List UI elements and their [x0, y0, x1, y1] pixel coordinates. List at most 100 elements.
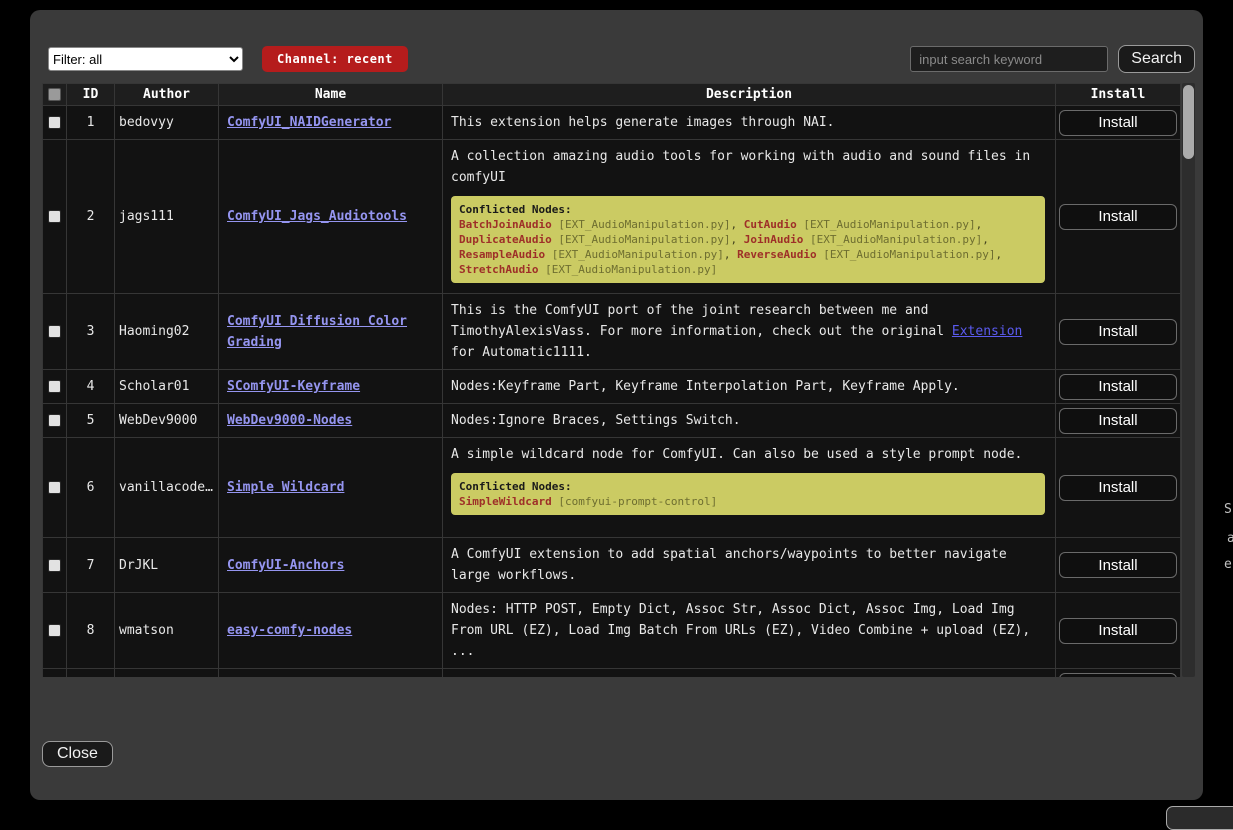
conflict-node-source: [comfyui-prompt-control]: [558, 495, 717, 508]
node-name-link[interactable]: easy-comfy-nodes: [227, 623, 352, 638]
install-cell: Install: [1056, 404, 1181, 438]
background-text-fragment: e: [1224, 557, 1232, 572]
description-cell: A collection amazing audio tools for wor…: [443, 140, 1056, 294]
row-checkbox[interactable]: [48, 380, 61, 393]
node-name-cell: ComfyUI_NAIDGenerator: [219, 106, 443, 140]
install-cell: Install: [1056, 538, 1181, 593]
node-name-link[interactable]: ComfyUI Diffusion Color Grading: [227, 314, 407, 350]
table-row: 3 Haoming02 ComfyUI Diffusion Color Grad…: [43, 294, 1181, 370]
install-cell: Install: [1056, 370, 1181, 404]
conflict-items: BatchJoinAudio [EXT_AudioManipulation.py…: [459, 217, 1037, 277]
node-description: Nodes: ComfyUI Mexx Styler, ComfyUI Mexx…: [451, 675, 1047, 677]
node-description: A simple wildcard node for ComfyUI. Can …: [451, 444, 1047, 465]
header-name: Name: [219, 84, 443, 106]
node-author: jags111: [115, 140, 219, 294]
row-checkbox-cell: [43, 140, 67, 294]
conflict-node-source: [EXT_AudioManipulation.py]: [558, 218, 730, 231]
node-name-cell: ComfyUI-Anchors: [219, 538, 443, 593]
install-button[interactable]: Install: [1059, 204, 1177, 230]
description-cell: A ComfyUI extension to add spatial ancho…: [443, 538, 1056, 593]
node-description: Nodes:Ignore Braces, Settings Switch.: [451, 410, 1047, 431]
search-input[interactable]: [910, 46, 1108, 72]
row-checkbox-cell: [43, 593, 67, 669]
header-install: Install: [1056, 84, 1181, 106]
node-description: This is the ComfyUI port of the joint re…: [451, 300, 1047, 363]
node-name-link[interactable]: ComfyUI_Jags_Audiotools: [227, 209, 407, 224]
row-checkbox-cell: [43, 294, 67, 370]
conflict-node-name: StretchAudio: [459, 263, 538, 276]
conflict-items: SimpleWildcard [comfyui-prompt-control]: [459, 494, 1037, 509]
node-author: bedovyy: [115, 106, 219, 140]
install-button[interactable]: Install: [1059, 475, 1177, 501]
conflict-node-source: [EXT_AudioManipulation.py]: [810, 233, 982, 246]
row-checkbox[interactable]: [48, 624, 61, 637]
node-name-link[interactable]: SComfyUI-Keyframe: [227, 379, 360, 394]
install-button[interactable]: Install: [1059, 408, 1177, 434]
description-cell: A simple wildcard node for ComfyUI. Can …: [443, 438, 1056, 538]
row-checkbox[interactable]: [48, 325, 61, 338]
row-checkbox[interactable]: [48, 414, 61, 427]
conflict-node-name: CutAudio: [744, 218, 797, 231]
node-name-link[interactable]: Simple Wildcard: [227, 480, 344, 495]
description-cell: Nodes: HTTP POST, Empty Dict, Assoc Str,…: [443, 593, 1056, 669]
node-name-cell: ComfyUI Diffusion Color Grading: [219, 294, 443, 370]
description-cell: Nodes: ComfyUI Mexx Styler, ComfyUI Mexx…: [443, 669, 1056, 678]
nodes-table: ID Author Name Description Install 1 bed…: [42, 83, 1181, 677]
install-button[interactable]: Install: [1059, 673, 1177, 678]
conflict-node-name: BatchJoinAudio: [459, 218, 552, 231]
install-button[interactable]: Install: [1059, 319, 1177, 345]
node-name-link[interactable]: ComfyUI_NAIDGenerator: [227, 115, 391, 130]
row-checkbox[interactable]: [48, 116, 61, 129]
row-checkbox[interactable]: [48, 481, 61, 494]
description-link[interactable]: Extension: [952, 324, 1022, 339]
close-button[interactable]: Close: [42, 741, 113, 767]
conflict-node-source: [EXT_AudioManipulation.py]: [803, 218, 975, 231]
background-text-fragment: a: [1227, 531, 1233, 546]
install-button[interactable]: Install: [1059, 618, 1177, 644]
node-name-link[interactable]: WebDev9000-Nodes: [227, 413, 352, 428]
install-button[interactable]: Install: [1059, 374, 1177, 400]
row-checkbox-cell: [43, 669, 67, 678]
install-button[interactable]: Install: [1059, 110, 1177, 136]
node-name-link[interactable]: ComfyUI-Anchors: [227, 558, 344, 573]
conflict-label: Conflicted Nodes:: [459, 202, 1037, 217]
node-id: 8: [67, 593, 115, 669]
table-scrollbar-thumb[interactable]: [1183, 85, 1194, 159]
row-checkbox-cell: [43, 438, 67, 538]
conflict-node-name: ResampleAudio: [459, 248, 545, 261]
search-button[interactable]: Search: [1118, 45, 1195, 73]
node-id: 6: [67, 438, 115, 538]
table-row: 7 DrJKL ComfyUI-Anchors A ComfyUI extens…: [43, 538, 1181, 593]
channel-badge: Channel: recent: [262, 46, 408, 72]
node-id: 3: [67, 294, 115, 370]
conflict-label: Conflicted Nodes:: [459, 479, 1037, 494]
node-id: 7: [67, 538, 115, 593]
row-checkbox-cell: [43, 538, 67, 593]
table-row: 1 bedovyy ComfyUI_NAIDGenerator This ext…: [43, 106, 1181, 140]
table-row: 4 Scholar01 SComfyUI-Keyframe Nodes:Keyf…: [43, 370, 1181, 404]
table-body: 1 bedovyy ComfyUI_NAIDGenerator This ext…: [43, 106, 1181, 678]
node-author: Haoming02: [115, 294, 219, 370]
table-row: 5 WebDev9000 WebDev9000-Nodes Nodes:Igno…: [43, 404, 1181, 438]
filter-select[interactable]: Filter: all: [48, 47, 243, 71]
row-checkbox[interactable]: [48, 210, 61, 223]
description-cell: This extension helps generate images thr…: [443, 106, 1056, 140]
partial-corner-button[interactable]: [1166, 806, 1233, 830]
install-cell: Install: [1056, 106, 1181, 140]
conflict-box: Conflicted Nodes:BatchJoinAudio [EXT_Aud…: [451, 196, 1045, 283]
custom-nodes-dialog: Filter: all Channel: recent Search ID Au…: [30, 10, 1203, 800]
install-button[interactable]: Install: [1059, 552, 1177, 578]
header-description: Description: [443, 84, 1056, 106]
row-checkbox[interactable]: [48, 559, 61, 572]
node-id: 9: [67, 669, 115, 678]
node-id: 5: [67, 404, 115, 438]
table-scrollbar[interactable]: [1182, 83, 1195, 677]
conflict-node-source: [EXT_AudioManipulation.py]: [823, 248, 995, 261]
row-checkbox-cell: [43, 370, 67, 404]
node-description: This extension helps generate images thr…: [451, 112, 1047, 133]
toolbar: Filter: all Channel: recent Search: [42, 45, 1195, 73]
node-author: Scholar01: [115, 370, 219, 404]
node-name-cell: WebDev9000-Nodes: [219, 404, 443, 438]
select-all-checkbox[interactable]: [48, 88, 61, 101]
conflict-node-name: ReverseAudio: [737, 248, 816, 261]
